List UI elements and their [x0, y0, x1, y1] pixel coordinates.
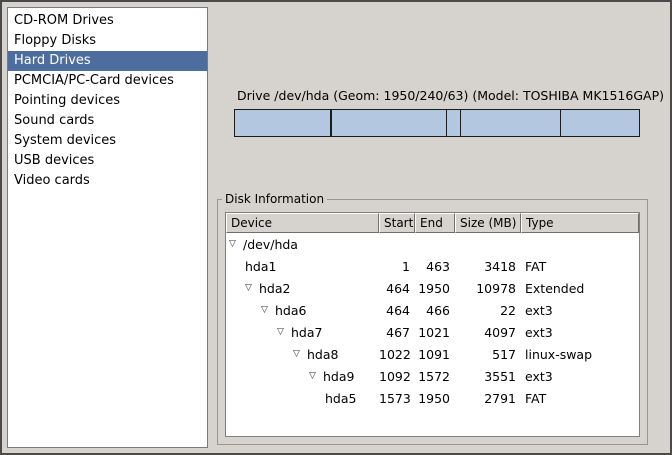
partition-segment-hda8 — [447, 110, 461, 136]
start-cell: 1092 — [379, 369, 415, 384]
type-cell: FAT — [521, 391, 639, 406]
partition-segment-hda5 — [561, 110, 639, 136]
type-cell: linux-swap — [521, 347, 639, 362]
sidebar-item-video-cards[interactable]: Video cards — [8, 171, 207, 191]
column-header-size[interactable]: Size (MB) — [455, 213, 521, 233]
device-label: hda8 — [307, 347, 338, 362]
device-category-list: CD-ROM Drives Floppy Disks Hard Drives P… — [7, 7, 208, 448]
type-cell: ext3 — [521, 303, 639, 318]
table-row[interactable]: ▽hda6 464 466 22 ext3 — [226, 299, 639, 321]
sidebar-item-hard-drives[interactable]: Hard Drives — [8, 51, 207, 71]
drive-geometry-label: Drive /dev/hda (Geom: 1950/240/63) (Mode… — [237, 88, 664, 103]
expander-icon[interactable]: ▽ — [277, 328, 291, 337]
sidebar-item-pcmcia-devices[interactable]: PCMCIA/PC-Card devices — [8, 71, 207, 91]
expander-icon[interactable]: ▽ — [245, 284, 259, 293]
disk-information-frame: Disk Information Device Start End Size (… — [217, 192, 648, 445]
size-cell: 3551 — [455, 369, 521, 384]
disk-information-title: Disk Information — [222, 192, 327, 206]
end-cell: 1572 — [415, 369, 455, 384]
sidebar-item-sound-cards[interactable]: Sound cards — [8, 111, 207, 131]
device-label: hda5 — [325, 391, 356, 406]
hardware-browser-window: CD-ROM Drives Floppy Disks Hard Drives P… — [0, 0, 672, 455]
partition-bar — [234, 109, 640, 137]
device-label: hda2 — [259, 281, 290, 296]
table-row[interactable]: ▽/dev/hda — [226, 233, 639, 255]
end-cell: 1021 — [415, 325, 455, 340]
end-cell: 1950 — [415, 281, 455, 296]
table-row[interactable]: hda1 1 463 3418 FAT — [226, 255, 639, 277]
expander-icon[interactable]: ▽ — [309, 372, 323, 381]
size-cell: 3418 — [455, 259, 521, 274]
type-cell: FAT — [521, 259, 639, 274]
end-cell: 463 — [415, 259, 455, 274]
end-cell: 1091 — [415, 347, 455, 362]
partition-table: Device Start End Size (MB) Type ▽/dev/hd… — [225, 212, 640, 437]
sidebar-item-floppy-disks[interactable]: Floppy Disks — [8, 31, 207, 51]
table-row[interactable]: ▽hda8 1022 1091 517 linux-swap — [226, 343, 639, 365]
start-cell: 467 — [379, 325, 415, 340]
sidebar-item-cdrom-drives[interactable]: CD-ROM Drives — [8, 11, 207, 31]
table-row[interactable]: ▽hda9 1092 1572 3551 ext3 — [226, 365, 639, 387]
end-cell: 466 — [415, 303, 455, 318]
partition-segment-hda1 — [235, 110, 331, 136]
partition-segment-hda7 — [332, 110, 447, 136]
column-header-device[interactable]: Device — [226, 213, 379, 233]
size-cell: 517 — [455, 347, 521, 362]
sidebar-item-system-devices[interactable]: System devices — [8, 131, 207, 151]
start-cell: 1022 — [379, 347, 415, 362]
partition-table-header: Device Start End Size (MB) Type — [226, 213, 639, 233]
size-cell: 10978 — [455, 281, 521, 296]
size-cell: 2791 — [455, 391, 521, 406]
partition-segment-hda9 — [461, 110, 561, 136]
type-cell: ext3 — [521, 369, 639, 384]
table-row[interactable]: ▽hda2 464 1950 10978 Extended — [226, 277, 639, 299]
expander-icon[interactable]: ▽ — [229, 240, 243, 249]
size-cell: 4097 — [455, 325, 521, 340]
type-cell: Extended — [521, 281, 639, 296]
device-label: hda7 — [291, 325, 322, 340]
type-cell: ext3 — [521, 325, 639, 340]
expander-icon[interactable]: ▽ — [293, 350, 307, 359]
end-cell: 1950 — [415, 391, 455, 406]
table-row[interactable]: hda5 1573 1950 2791 FAT — [226, 387, 639, 409]
size-cell: 22 — [455, 303, 521, 318]
start-cell: 464 — [379, 281, 415, 296]
start-cell: 464 — [379, 303, 415, 318]
device-label: hda6 — [275, 303, 306, 318]
table-row[interactable]: ▽hda7 467 1021 4097 ext3 — [226, 321, 639, 343]
column-header-type[interactable]: Type — [521, 213, 639, 233]
sidebar-item-usb-devices[interactable]: USB devices — [8, 151, 207, 171]
column-header-end[interactable]: End — [415, 213, 455, 233]
start-cell: 1 — [379, 259, 415, 274]
sidebar-item-pointing-devices[interactable]: Pointing devices — [8, 91, 207, 111]
device-label: /dev/hda — [243, 237, 298, 252]
device-label: hda9 — [323, 369, 354, 384]
column-header-start[interactable]: Start — [379, 213, 415, 233]
start-cell: 1573 — [379, 391, 415, 406]
device-label: hda1 — [245, 259, 276, 274]
expander-icon[interactable]: ▽ — [261, 306, 275, 315]
